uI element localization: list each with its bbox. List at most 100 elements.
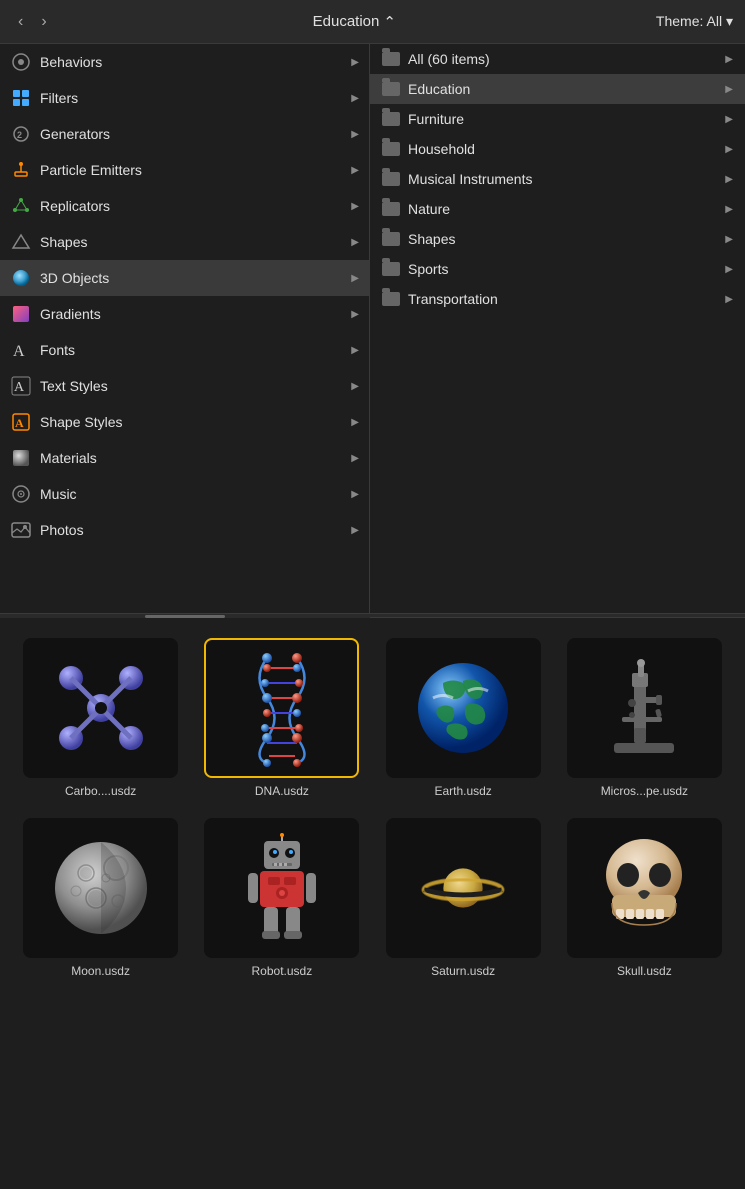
- particle-emitters-icon: [10, 159, 32, 181]
- right-label-nature: Nature: [408, 201, 450, 217]
- 3d-objects-arrow: ▶: [351, 273, 359, 284]
- right-label-shapes: Shapes: [408, 231, 455, 247]
- shapes-arrow: ▶: [351, 237, 359, 248]
- sidebar-item-music[interactable]: Music ▶: [0, 476, 369, 512]
- folder-icon-transportation: [382, 292, 400, 306]
- sports-arrow: ▶: [725, 264, 733, 275]
- sidebar-label-shapes: Shapes: [40, 234, 87, 250]
- folder-icon-musical-instruments: [382, 172, 400, 186]
- photos-arrow: ▶: [351, 525, 359, 536]
- right-item-all[interactable]: All (60 items) ▶: [370, 44, 745, 74]
- sidebar-item-gradients[interactable]: Gradients ▶: [0, 296, 369, 332]
- sidebar-label-fonts: Fonts: [40, 342, 75, 358]
- dna-thumb: [204, 638, 359, 778]
- microscope-label: Micros...pe.usdz: [601, 784, 688, 798]
- grid-item-moon[interactable]: Moon.usdz: [16, 814, 185, 982]
- back-button[interactable]: ‹: [12, 11, 29, 33]
- sidebar-item-photos[interactable]: Photos ▶: [0, 512, 369, 548]
- right-label-musical-instruments: Musical Instruments: [408, 171, 532, 187]
- particle-emitters-arrow: ▶: [351, 165, 359, 176]
- main-content: Behaviors ▶ Filters ▶ 2 Generators ▶: [0, 44, 745, 614]
- sidebar-label-photos: Photos: [40, 522, 84, 538]
- theme-label: Theme: All: [656, 13, 722, 29]
- sidebar-item-particle-emitters[interactable]: Particle Emitters ▶: [0, 152, 369, 188]
- sidebar-item-behaviors[interactable]: Behaviors ▶: [0, 44, 369, 80]
- right-label-education: Education: [408, 81, 470, 97]
- sidebar-item-generators[interactable]: 2 Generators ▶: [0, 116, 369, 152]
- microscope-thumb: [567, 638, 722, 778]
- sidebar-item-fonts[interactable]: A Fonts ▶: [0, 332, 369, 368]
- fonts-icon: A: [10, 339, 32, 361]
- robot-thumb: [204, 818, 359, 958]
- forward-button[interactable]: ›: [35, 11, 52, 33]
- right-item-household[interactable]: Household ▶: [370, 134, 745, 164]
- title-button[interactable]: Education ⌃: [313, 13, 396, 31]
- right-item-furniture[interactable]: Furniture ▶: [370, 104, 745, 134]
- materials-arrow: ▶: [351, 453, 359, 464]
- shape-styles-icon: A: [10, 411, 32, 433]
- right-item-sports[interactable]: Sports ▶: [370, 254, 745, 284]
- gradients-arrow: ▶: [351, 309, 359, 320]
- generators-arrow: ▶: [351, 129, 359, 140]
- carbo-thumb: [23, 638, 178, 778]
- title-chevron: ⌃: [383, 13, 396, 31]
- grid-item-microscope[interactable]: Micros...pe.usdz: [560, 634, 729, 802]
- skull-thumb: [567, 818, 722, 958]
- shapes-icon: [10, 231, 32, 253]
- text-styles-arrow: ▶: [351, 381, 359, 392]
- grid-item-skull[interactable]: Skull.usdz: [560, 814, 729, 982]
- scroll-thumb: [145, 615, 225, 618]
- grid-item-carbo[interactable]: Carbo....usdz: [16, 634, 185, 802]
- sidebar-item-replicators[interactable]: Replicators ▶: [0, 188, 369, 224]
- replicators-arrow: ▶: [351, 201, 359, 212]
- sidebar-label-behaviors: Behaviors: [40, 54, 102, 70]
- filters-icon: [10, 87, 32, 109]
- sidebar-item-materials[interactable]: Materials ▶: [0, 440, 369, 476]
- furniture-arrow: ▶: [725, 114, 733, 125]
- grid-item-dna[interactable]: DNA.usdz: [197, 634, 366, 802]
- folder-icon-education: [382, 82, 400, 96]
- right-label-household: Household: [408, 141, 475, 157]
- behaviors-icon: [10, 51, 32, 73]
- moon-label: Moon.usdz: [71, 964, 130, 978]
- sidebar-item-text-styles[interactable]: A Text Styles ▶: [0, 368, 369, 404]
- right-item-education[interactable]: Education ▶: [370, 74, 745, 104]
- earth-thumb: [386, 638, 541, 778]
- grid-item-earth[interactable]: Earth.usdz: [379, 634, 548, 802]
- education-arrow: ▶: [725, 84, 733, 95]
- right-label-all: All (60 items): [408, 51, 490, 67]
- sidebar-item-3d-objects[interactable]: 3D Objects ▶: [0, 260, 369, 296]
- saturn-thumb: [386, 818, 541, 958]
- svg-text:A: A: [15, 416, 24, 430]
- generators-icon: 2: [10, 123, 32, 145]
- right-item-transportation[interactable]: Transportation ▶: [370, 284, 745, 314]
- fonts-arrow: ▶: [351, 345, 359, 356]
- folder-icon-sports: [382, 262, 400, 276]
- earth-label: Earth.usdz: [434, 784, 491, 798]
- grid-item-robot[interactable]: Robot.usdz: [197, 814, 366, 982]
- sidebar-item-shapes[interactable]: Shapes ▶: [0, 224, 369, 260]
- right-label-transportation: Transportation: [408, 291, 498, 307]
- music-arrow: ▶: [351, 489, 359, 500]
- music-icon: [10, 483, 32, 505]
- sidebar-label-filters: Filters: [40, 90, 78, 106]
- grid-item-saturn[interactable]: Saturn.usdz: [379, 814, 548, 982]
- right-item-musical-instruments[interactable]: Musical Instruments ▶: [370, 164, 745, 194]
- sidebar-item-filters[interactable]: Filters ▶: [0, 80, 369, 116]
- top-bar: ‹ › Education ⌃ Theme: All ▾: [0, 0, 745, 44]
- title-label: Education: [313, 13, 380, 30]
- svg-text:A: A: [13, 343, 25, 360]
- right-item-shapes[interactable]: Shapes ▶: [370, 224, 745, 254]
- 3d-objects-icon: [10, 267, 32, 289]
- dna-label: DNA.usdz: [255, 784, 309, 798]
- sidebar-label-text-styles: Text Styles: [40, 378, 108, 394]
- scroll-track: [0, 614, 370, 618]
- right-item-nature[interactable]: Nature ▶: [370, 194, 745, 224]
- text-styles-icon: A: [10, 375, 32, 397]
- all-arrow: ▶: [725, 54, 733, 65]
- sidebar-item-shape-styles[interactable]: A Shape Styles ▶: [0, 404, 369, 440]
- theme-button[interactable]: Theme: All ▾: [656, 13, 733, 30]
- nav-arrows: ‹ ›: [12, 11, 53, 33]
- nature-arrow: ▶: [725, 204, 733, 215]
- behaviors-arrow: ▶: [351, 57, 359, 68]
